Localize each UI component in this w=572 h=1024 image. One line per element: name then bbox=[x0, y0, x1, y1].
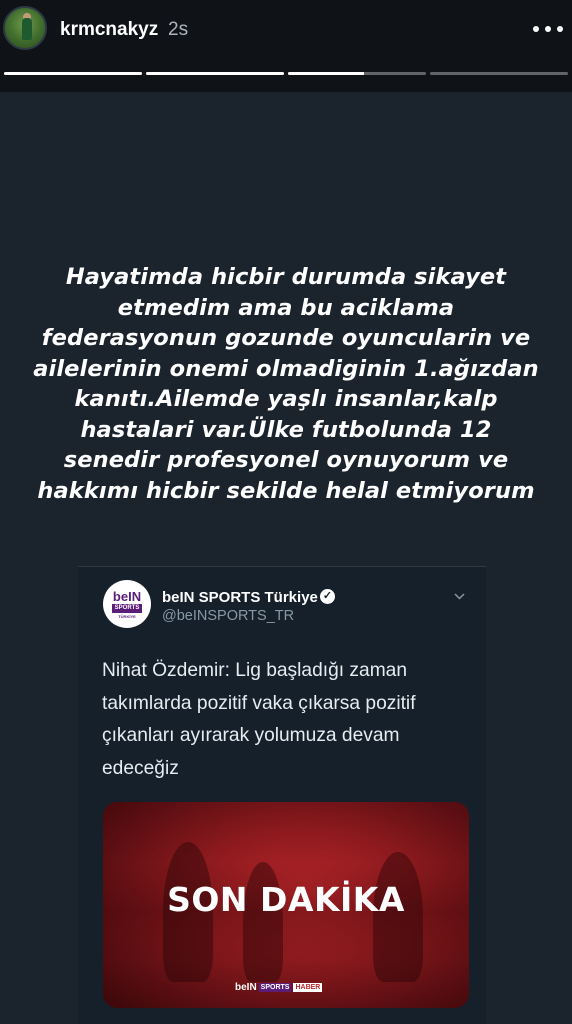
caption-line: federasyonun gozunde oyuncularin ve bbox=[41, 325, 531, 351]
story-caption: Hayatimda hicbir durumda sikayet etmedim… bbox=[30, 262, 542, 506]
chevron-down-icon[interactable] bbox=[454, 591, 465, 602]
avatar-figure bbox=[22, 18, 32, 40]
media-brand-logo: beIN SPORTS HABER bbox=[235, 980, 323, 994]
caption-line: etmedim ama bu aciklama bbox=[117, 294, 455, 321]
story-header: krmcnakyz 2s bbox=[0, 6, 572, 50]
story-progress-segment bbox=[288, 72, 426, 75]
caption-line: Hayatimda hicbir durumda sikayet bbox=[65, 264, 507, 290]
story-progress-segment bbox=[4, 72, 142, 75]
brand-haber: HABER bbox=[293, 982, 323, 992]
caption-line: ailelerinin onemi olmadiginin 1.ağızdan bbox=[33, 355, 539, 382]
brand-bein: beIN bbox=[235, 981, 257, 993]
username[interactable]: krmcnakyz bbox=[60, 19, 158, 41]
brand-sports: SPORTS bbox=[258, 982, 292, 992]
verified-badge-icon: ✓ bbox=[320, 589, 335, 604]
tweet-author-handle[interactable]: @beINSPORTS_TR bbox=[162, 608, 294, 624]
bein-logo-text: beIN bbox=[112, 588, 142, 604]
tweet-author-name[interactable]: beIN SPORTS Türkiye bbox=[162, 589, 318, 606]
caption-line: hakkımı hicbir sekilde helal etmiyorum bbox=[37, 477, 535, 504]
caption-line: hastalari var.Ülke futbolunda 12 bbox=[80, 416, 492, 443]
media-headline: SON DAKİKA bbox=[167, 880, 405, 919]
post-time: 2s bbox=[168, 19, 189, 40]
user-avatar[interactable] bbox=[3, 6, 47, 50]
more-options-icon[interactable] bbox=[533, 18, 563, 40]
bein-logo-sub: TÜRKİYE bbox=[118, 613, 136, 619]
tweet-text: Nihat Özdemir: Lig başladığı zaman takım… bbox=[102, 660, 416, 779]
story-progress-bar bbox=[4, 72, 568, 75]
story-header-background: krmcnakyz 2s bbox=[0, 0, 572, 92]
caption-line: senedir profesyonel oynuyorum ve bbox=[63, 447, 509, 473]
bein-logo-badge: SPORTS bbox=[111, 603, 143, 613]
story-progress-segment bbox=[146, 72, 284, 75]
caption-line: kanıtı.Ailemde yaşlı insanlar,kalp bbox=[74, 386, 498, 412]
tweet-author-avatar[interactable]: beIN SPORTS TÜRKİYE bbox=[103, 580, 151, 628]
embedded-tweet[interactable]: beIN SPORTS TÜRKİYE beIN SPORTS Türkiye … bbox=[78, 566, 486, 1024]
tweet-media-image[interactable]: SON DAKİKA beIN SPORTS HABER bbox=[103, 802, 469, 1008]
story-progress-segment bbox=[430, 72, 568, 75]
